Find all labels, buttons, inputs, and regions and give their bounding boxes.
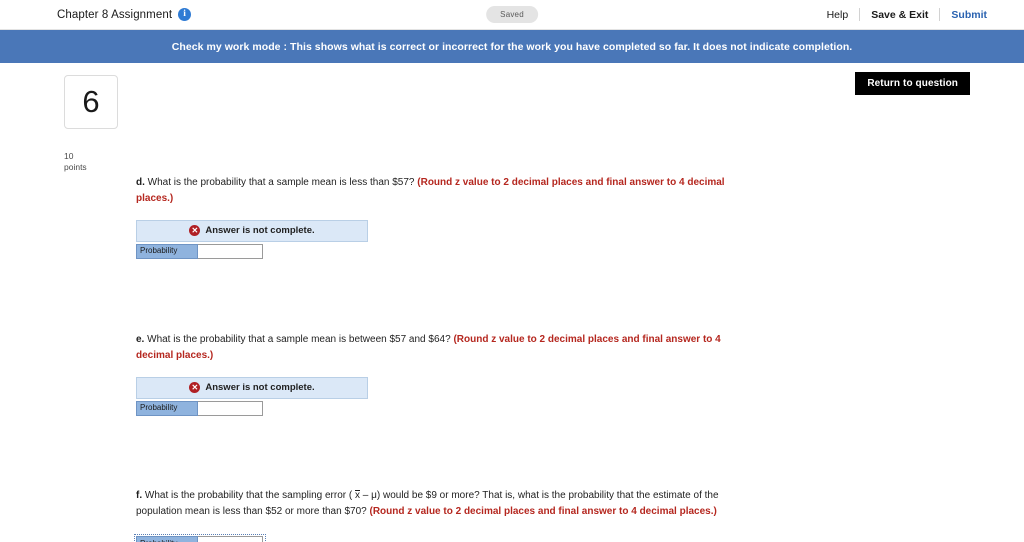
part-f-text: f. What is the probability that the samp…: [136, 488, 736, 520]
check-my-work-banner-text: Check my work mode : This shows what is …: [171, 40, 853, 53]
question-content: 6 10 points Return to question d. What i…: [0, 63, 1024, 542]
part-e-status-text: Answer is not complete.: [205, 382, 315, 394]
part-f-answer-block: Probability: [134, 533, 736, 542]
part-d-answer-label: Probability: [136, 243, 198, 259]
top-bar: Chapter 8 Assignment i Saved Help Save &…: [0, 0, 1024, 30]
part-d-letter: d.: [136, 177, 145, 188]
error-x-icon: ✕: [189, 225, 201, 237]
part-f-answer-label: Probability: [136, 536, 198, 542]
part-d-prompt: What is the probability that a sample me…: [147, 177, 415, 188]
top-actions: Help Save & Exit Submit: [816, 8, 998, 21]
save-and-exit-button[interactable]: Save & Exit: [860, 9, 939, 21]
part-e-answer-row: Probability: [136, 400, 264, 416]
part-d-answer-row: Probability: [136, 243, 264, 259]
question-part-d: d. What is the probability that a sample…: [136, 175, 736, 259]
part-e-answer-label: Probability: [136, 400, 198, 416]
part-d-answer-block: ✕ Answer is not complete. Probability: [136, 219, 736, 259]
error-x-icon: ✕: [189, 382, 201, 394]
part-d-probability-input[interactable]: [198, 243, 263, 259]
check-my-work-banner: Check my work mode : This shows what is …: [0, 30, 1024, 63]
part-e-letter: e.: [136, 334, 145, 345]
question-number-column: 6 10 points: [64, 75, 118, 174]
part-f-hint: (Round z value to 2 decimal places and f…: [369, 505, 717, 517]
part-e-answer-block: ✕ Answer is not complete. Probability: [136, 376, 736, 416]
part-e-text: e. What is the probability that a sample…: [136, 332, 736, 364]
question-part-f: f. What is the probability that the samp…: [134, 488, 736, 542]
points-label: points: [64, 162, 87, 173]
points-value: 10: [64, 151, 74, 161]
return-to-question-button[interactable]: Return to question: [855, 72, 970, 95]
submit-button[interactable]: Submit: [940, 9, 998, 21]
assignment-title: Chapter 8 Assignment i: [57, 8, 192, 21]
assignment-title-text: Chapter 8 Assignment: [57, 8, 173, 21]
part-f-prompt-before: What is the probability that the samplin…: [144, 490, 355, 501]
part-e-prompt: What is the probability that a sample me…: [147, 334, 451, 345]
question-part-e: e. What is the probability that a sample…: [136, 332, 736, 416]
info-icon[interactable]: i: [178, 8, 192, 21]
part-d-text: d. What is the probability that a sample…: [136, 175, 736, 207]
part-f-letter: f.: [136, 490, 143, 501]
saved-status-pill: Saved: [486, 6, 538, 23]
part-f-probability-input[interactable]: [198, 536, 263, 542]
part-f-focus-outline: Probability: [134, 534, 266, 542]
part-d-status-banner: ✕ Answer is not complete.: [136, 219, 368, 242]
help-link[interactable]: Help: [816, 9, 860, 21]
part-e-probability-input[interactable]: [198, 400, 263, 416]
part-f-answer-row: Probability: [136, 536, 264, 542]
part-d-status-text: Answer is not complete.: [205, 225, 315, 237]
question-number-box: 6: [64, 75, 118, 129]
part-e-status-banner: ✕ Answer is not complete.: [136, 376, 368, 399]
